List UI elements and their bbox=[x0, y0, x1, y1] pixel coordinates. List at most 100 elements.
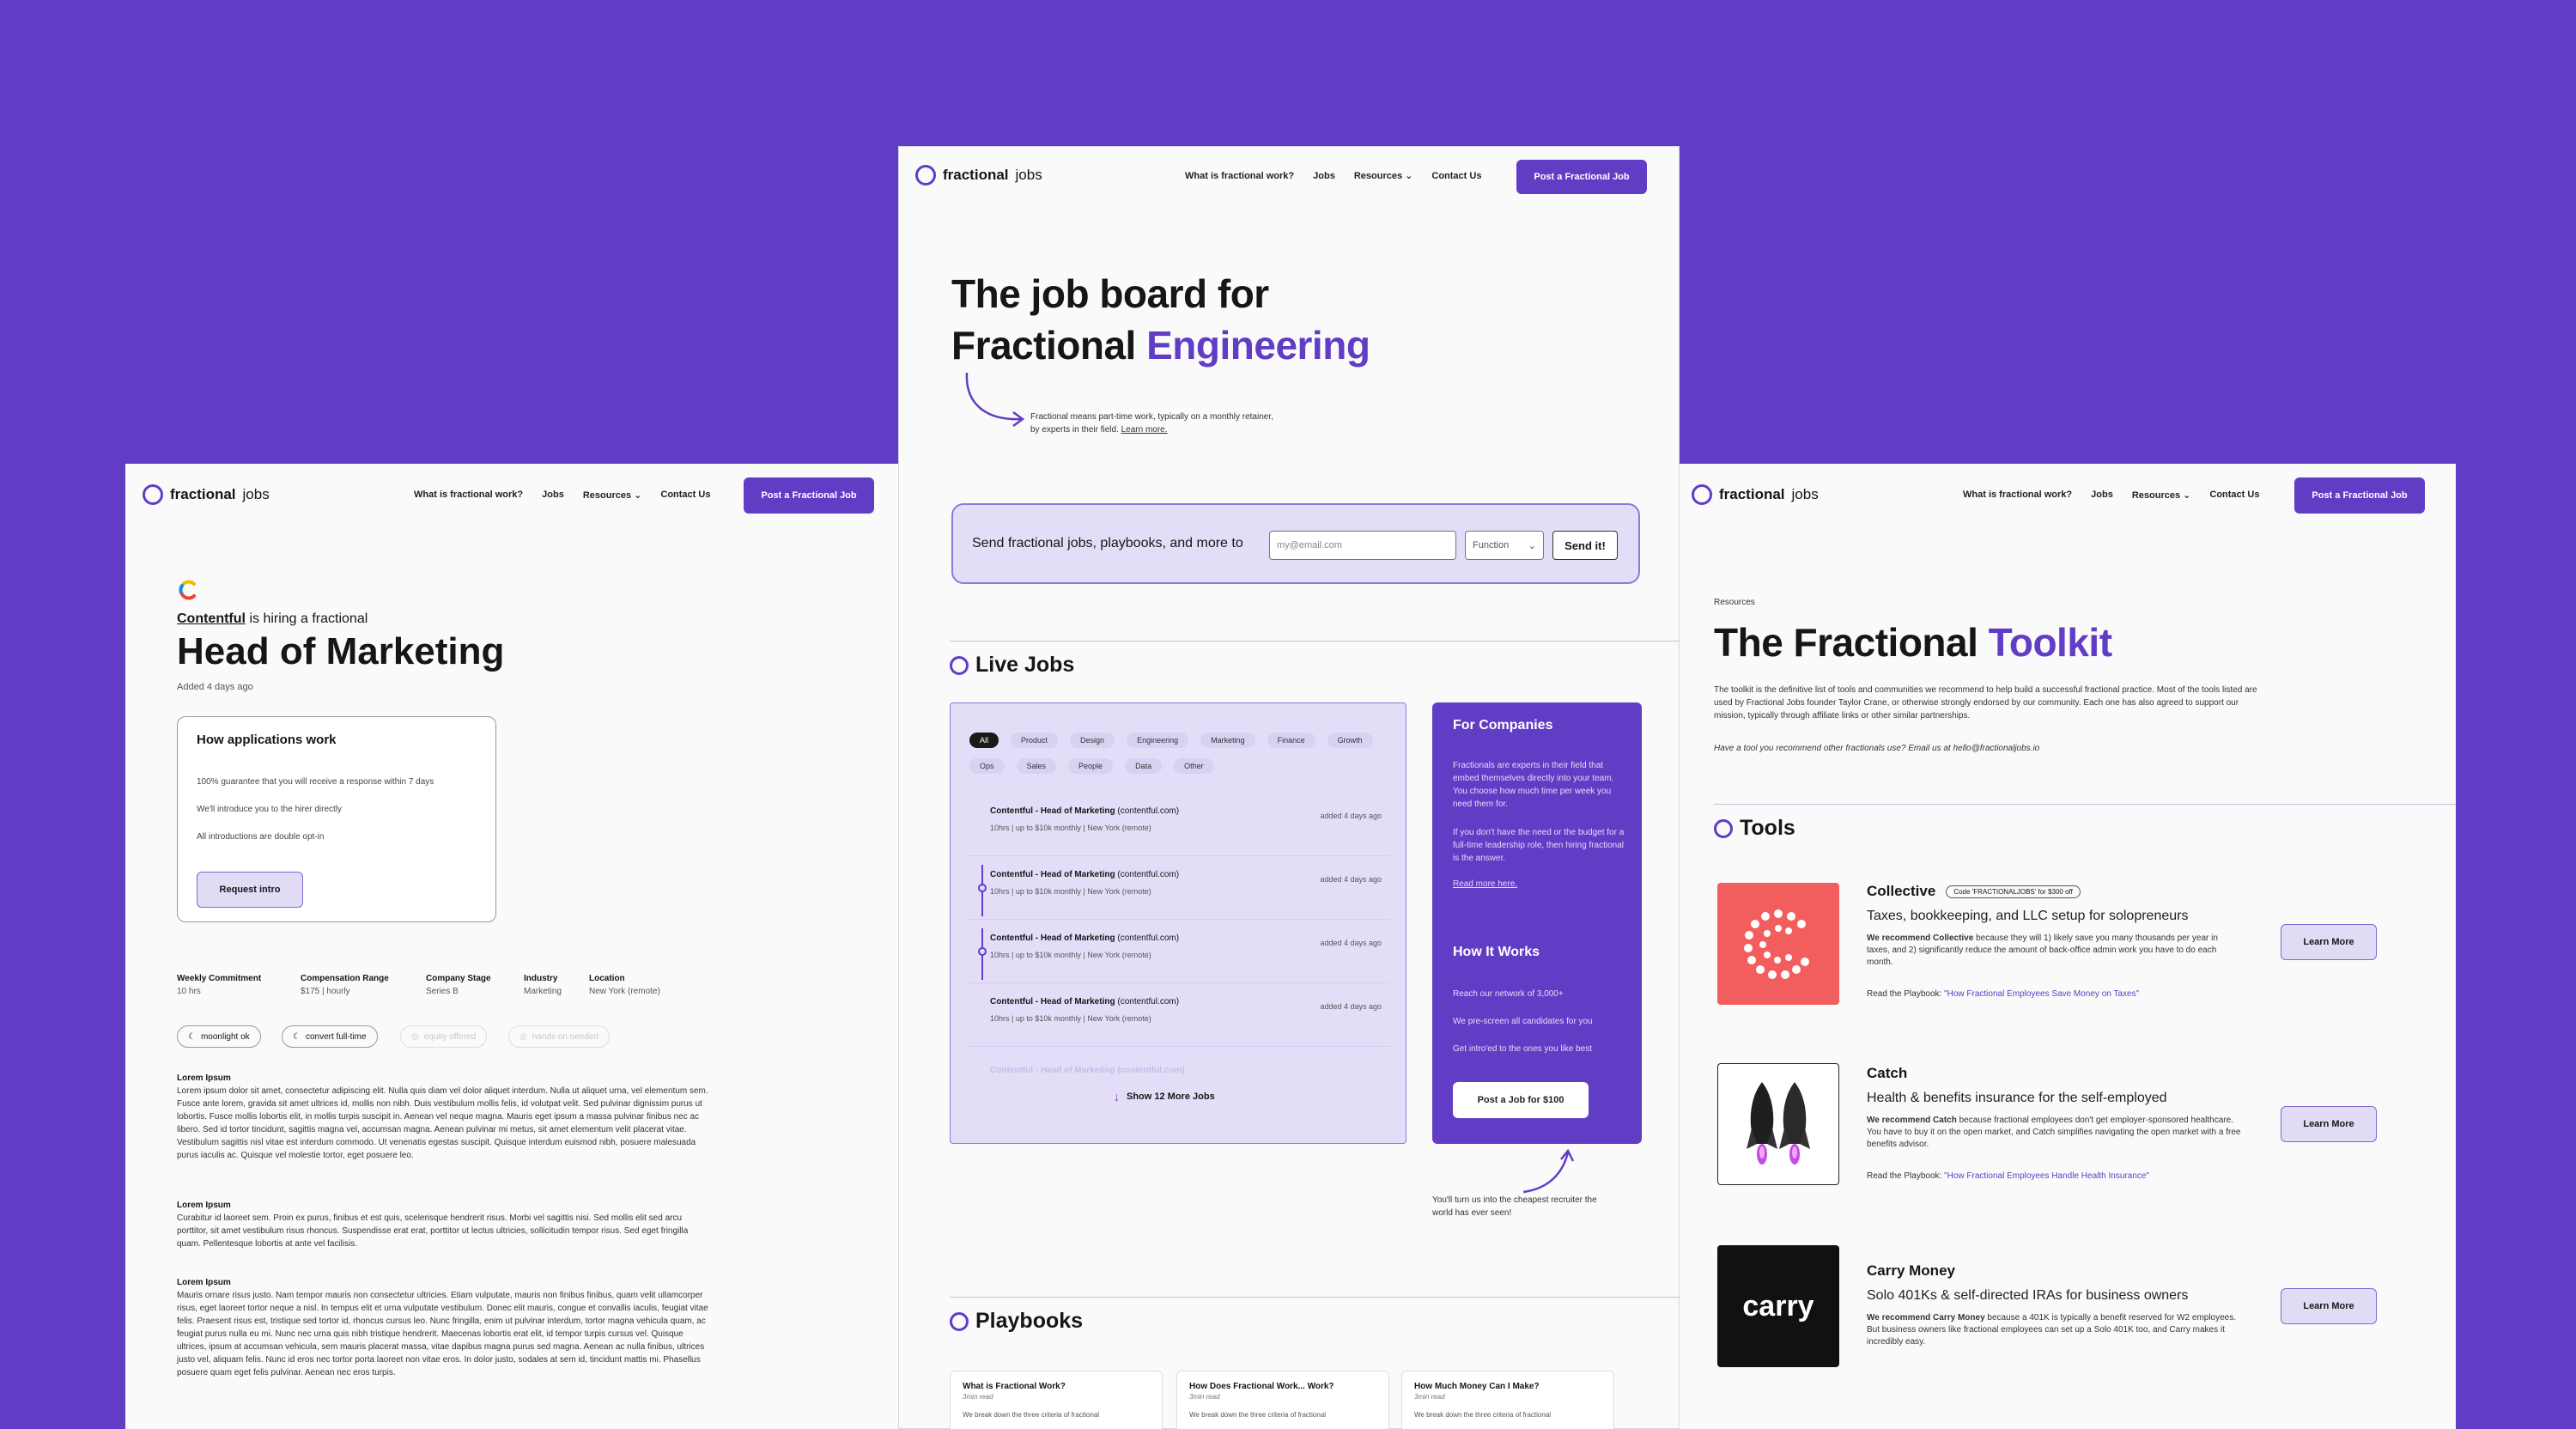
divider bbox=[950, 641, 1680, 642]
chevron-down-icon: ⌄ bbox=[1405, 171, 1413, 181]
company-link[interactable]: Contentful bbox=[177, 611, 246, 626]
send-button[interactable]: Send it! bbox=[1552, 531, 1618, 560]
job-row[interactable]: Contentful - Head of Marketing (contentf… bbox=[966, 920, 1390, 983]
job-row[interactable]: Contentful - Head of Marketing (contentf… bbox=[966, 793, 1390, 856]
logo-ring-icon bbox=[915, 165, 936, 185]
chevron-down-icon: ⌄ bbox=[634, 490, 642, 501]
curved-arrow-icon bbox=[965, 372, 1025, 428]
recruiter-note: You'll turn us into the cheapest recruit… bbox=[1432, 1195, 1597, 1218]
playbook-card[interactable]: What is Fractional Work? 3min read We br… bbox=[950, 1371, 1163, 1429]
toolkit-intro: The toolkit is the definitive list of to… bbox=[1714, 685, 2257, 721]
job-row[interactable]: Contentful - Head of Marketing (contentf… bbox=[966, 983, 1390, 1047]
logo[interactable]: fractional jobs bbox=[143, 484, 270, 505]
hero-line-1: The job board for bbox=[951, 271, 1269, 316]
live-jobs-heading: Live Jobs bbox=[950, 653, 1074, 678]
post-job-100-button[interactable]: Post a Job for $100 bbox=[1453, 1082, 1589, 1118]
collective-logo bbox=[1717, 883, 1839, 1005]
collective-dots-icon bbox=[1744, 909, 1809, 979]
read-more-link[interactable]: Read more here. bbox=[1453, 879, 1517, 889]
nav-what-is-fractional[interactable]: What is fractional work? bbox=[1963, 490, 2072, 501]
nav-resources[interactable]: Resources ⌄ bbox=[2132, 490, 2191, 501]
email-input[interactable]: my@email.com bbox=[1269, 531, 1456, 560]
filter-chip[interactable]: Design bbox=[1070, 733, 1115, 748]
filter-chip[interactable]: People bbox=[1068, 758, 1114, 774]
logo[interactable]: fractional jobs bbox=[1692, 484, 1819, 505]
learn-more-button[interactable]: Learn More bbox=[2281, 1106, 2377, 1142]
nav-what-is-fractional[interactable]: What is fractional work? bbox=[414, 490, 523, 501]
playbooks-heading: Playbooks bbox=[950, 1309, 1083, 1334]
filter-chip[interactable]: Data bbox=[1125, 758, 1163, 774]
divider bbox=[1714, 804, 2456, 805]
carry-logo: carry bbox=[1717, 1245, 1839, 1367]
toolkit-ask: Have a tool you recommend other fraction… bbox=[1714, 744, 2040, 753]
show-more-button[interactable]: ↓ Show 12 More Jobs bbox=[1114, 1090, 1215, 1104]
arrow-down-icon: ↓ bbox=[1114, 1090, 1120, 1104]
job-title: Head of Marketing bbox=[177, 630, 505, 672]
meta-industry: Industry Marketing bbox=[524, 974, 562, 996]
nav-contact[interactable]: Contact Us bbox=[2209, 490, 2259, 501]
newsletter-signup: Send fractional jobs, playbooks, and mor… bbox=[951, 503, 1640, 584]
logo-ring-icon bbox=[143, 484, 163, 505]
ring-icon bbox=[950, 1311, 969, 1331]
nav-what-is-fractional[interactable]: What is fractional work? bbox=[1185, 171, 1294, 181]
moon-icon: ☾ bbox=[293, 1031, 301, 1042]
filter-chip[interactable]: Marketing bbox=[1200, 733, 1255, 748]
catch-logo bbox=[1717, 1063, 1839, 1185]
nav-resources[interactable]: Resources ⌄ bbox=[1354, 170, 1413, 181]
how-applications-card: How applications work 100% guarantee tha… bbox=[177, 716, 496, 922]
post-job-button[interactable]: Post a Fractional Job bbox=[1516, 160, 1647, 194]
filter-row-2: Ops Sales People Data Other bbox=[969, 758, 1214, 774]
hero-line-2: Fractional Engineering bbox=[951, 323, 1370, 368]
playbook-card[interactable]: How Much Money Can I Make? 3min read We … bbox=[1401, 1371, 1614, 1429]
playbook-link[interactable]: "How Fractional Employees Handle Health … bbox=[1944, 1171, 2149, 1181]
job-row[interactable]: Contentful - Head of Marketing (contentf… bbox=[966, 856, 1390, 920]
tag-pill: ☾ convert full-time bbox=[282, 1025, 378, 1048]
logo[interactable]: fractional jobs bbox=[915, 165, 1042, 185]
learn-more-link[interactable]: Learn more. bbox=[1121, 425, 1168, 435]
filter-chip[interactable]: Engineering bbox=[1127, 733, 1189, 748]
post-job-button[interactable]: Post a Fractional Job bbox=[744, 477, 874, 514]
nav-resources[interactable]: Resources ⌄ bbox=[583, 490, 642, 501]
nav-jobs[interactable]: Jobs bbox=[1313, 171, 1335, 181]
filter-chip[interactable]: Product bbox=[1011, 733, 1059, 748]
timeline-dot-icon bbox=[978, 884, 987, 892]
learn-more-button[interactable]: Learn More bbox=[2281, 924, 2377, 960]
function-select[interactable]: Function ⌄ bbox=[1465, 531, 1544, 560]
divider bbox=[950, 1297, 1680, 1298]
timeline-dot-icon bbox=[978, 947, 987, 956]
playbook-card[interactable]: How Does Fractional Work... Work? 3min r… bbox=[1176, 1371, 1389, 1429]
description-section: Lorem Ipsum Mauris ornare risus justo. N… bbox=[177, 1278, 708, 1377]
filter-chip[interactable]: Ops bbox=[969, 758, 1005, 774]
chevron-down-icon: ⌄ bbox=[2183, 490, 2191, 501]
request-intro-button[interactable]: Request intro bbox=[197, 872, 303, 908]
nav-contact[interactable]: Contact Us bbox=[660, 490, 710, 501]
tag-pill: ◎ hands on needed bbox=[508, 1025, 611, 1048]
filter-chip[interactable]: Other bbox=[1174, 758, 1214, 774]
tool-header: Collective Code 'FRACTIONALJOBS' for $30… bbox=[1867, 883, 2081, 900]
tag-icon: ◎ bbox=[519, 1031, 527, 1042]
curved-arrow-up-icon bbox=[1522, 1148, 1575, 1194]
learn-more-button[interactable]: Learn More bbox=[2281, 1288, 2377, 1324]
filter-chip[interactable]: Sales bbox=[1016, 758, 1057, 774]
nav-jobs[interactable]: Jobs bbox=[2091, 490, 2113, 501]
fractional-note: Fractional means part-time work, typical… bbox=[1030, 412, 1273, 435]
breadcrumb[interactable]: Resources bbox=[1714, 598, 1755, 607]
rocket-icon bbox=[1747, 1082, 1810, 1164]
filter-chip[interactable]: All bbox=[969, 733, 999, 748]
for-companies-card: For Companies Fractionals are experts in… bbox=[1432, 702, 1642, 1144]
carry-logo-text: carry bbox=[1742, 1289, 1814, 1323]
faded-job-row: Contentful - Head of Marketing (contentf… bbox=[990, 1066, 1185, 1075]
promo-code-badge: Code 'FRACTIONALJOBS' for $300 off bbox=[1946, 885, 2081, 898]
nav-jobs[interactable]: Jobs bbox=[542, 490, 564, 501]
description-section: Lorem Ipsum Lorem ipsum dolor sit amet, … bbox=[177, 1073, 708, 1160]
meta-commitment: Weekly Commitment 10 hrs bbox=[177, 974, 262, 996]
tag-icon: ◎ bbox=[411, 1031, 419, 1042]
toolkit-title: The Fractional Toolkit bbox=[1714, 620, 2112, 665]
main-nav: What is fractional work? Jobs Resources … bbox=[414, 490, 710, 501]
post-job-button[interactable]: Post a Fractional Job bbox=[2294, 477, 2425, 514]
filter-chip[interactable]: Growth bbox=[1327, 733, 1373, 748]
filter-chip[interactable]: Finance bbox=[1267, 733, 1315, 748]
playbook-link[interactable]: "How Fractional Employees Save Money on … bbox=[1944, 989, 2139, 999]
nav-contact[interactable]: Contact Us bbox=[1431, 171, 1481, 181]
tag-pill: ☾ moonlight ok bbox=[177, 1025, 261, 1048]
